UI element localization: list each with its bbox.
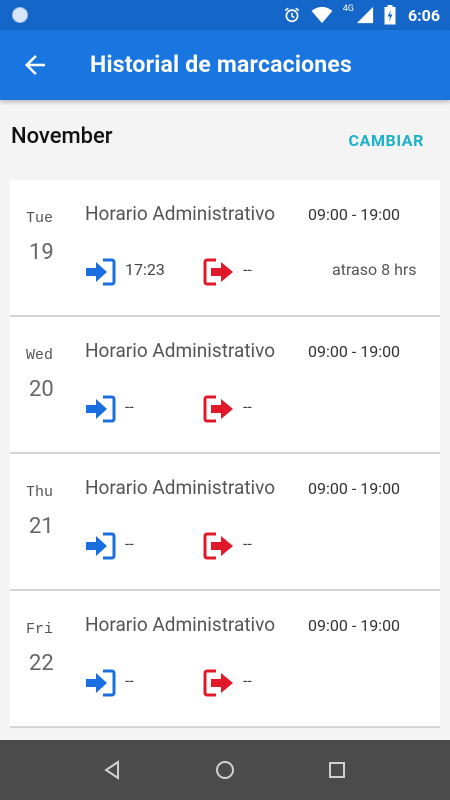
- check-in-icon: [86, 258, 116, 286]
- schedule-hours: 09:00 - 19:00: [308, 342, 401, 361]
- day-number: 22: [29, 651, 54, 676]
- wifi-icon: [311, 6, 333, 24]
- day-card[interactable]: Fri 22 Horario Administrativo 09:00 - 19…: [10, 591, 440, 728]
- check-in-time: --: [125, 397, 134, 416]
- day-number: 20: [29, 377, 54, 402]
- signal-icon: [356, 6, 374, 24]
- status-icons: 4G 6:06: [283, 0, 440, 30]
- check-in-icon: [86, 669, 116, 697]
- month-title: November: [11, 124, 113, 149]
- schedule-name: Horario Administrativo: [85, 613, 276, 636]
- check-out-time: --: [243, 397, 252, 416]
- check-in-time: --: [125, 671, 134, 690]
- check-out-time: --: [243, 671, 252, 690]
- clock: 6:06: [407, 5, 440, 25]
- nav-recents-icon[interactable]: [325, 758, 349, 782]
- attendance-list: Tue 19 Horario Administrativo 09:00 - 19…: [10, 180, 440, 728]
- page-title: Historial de marcaciones: [90, 51, 353, 78]
- nav-home-icon[interactable]: [213, 758, 237, 782]
- check-in-icon: [86, 395, 116, 423]
- day-card[interactable]: Wed 20 Horario Administrativo 09:00 - 19…: [10, 317, 440, 454]
- check-out-icon: [203, 669, 233, 697]
- day-name: Wed: [26, 347, 54, 364]
- status-bar: 4G 6:06: [0, 0, 450, 30]
- network-type: 4G: [342, 4, 354, 14]
- day-name: Tue: [26, 210, 54, 227]
- system-nav-bar: [0, 740, 450, 800]
- day-card[interactable]: Tue 19 Horario Administrativo 09:00 - 19…: [10, 180, 440, 317]
- check-in-time: 17:23: [125, 260, 165, 279]
- arrow-back-icon: [25, 55, 45, 75]
- nav-back-icon[interactable]: [101, 758, 125, 782]
- check-out-icon: [203, 532, 233, 560]
- check-in-time: --: [125, 534, 134, 553]
- schedule-hours: 09:00 - 19:00: [308, 616, 401, 635]
- back-button[interactable]: [20, 50, 50, 80]
- month-header: November CAMBIAR: [0, 100, 450, 178]
- check-out-time: --: [243, 534, 252, 553]
- schedule-name: Horario Administrativo: [85, 339, 276, 362]
- day-number: 21: [29, 514, 54, 539]
- change-month-button[interactable]: CAMBIAR: [349, 131, 424, 150]
- check-out-icon: [203, 258, 233, 286]
- notification-icon: [12, 7, 28, 23]
- schedule-hours: 09:00 - 19:00: [308, 205, 401, 224]
- check-in-icon: [86, 532, 116, 560]
- check-out-time: --: [243, 260, 252, 279]
- check-out-icon: [203, 395, 233, 423]
- delay-note: atraso 8 hrs: [332, 260, 417, 279]
- app-bar: Historial de marcaciones: [0, 30, 450, 100]
- schedule-name: Horario Administrativo: [85, 476, 276, 499]
- day-name: Thu: [26, 484, 54, 501]
- schedule-hours: 09:00 - 19:00: [308, 479, 401, 498]
- schedule-name: Horario Administrativo: [85, 202, 276, 225]
- day-card[interactable]: Thu 21 Horario Administrativo 09:00 - 19…: [10, 454, 440, 591]
- battery-icon: [384, 5, 396, 25]
- day-number: 19: [29, 240, 54, 265]
- day-name: Fri: [26, 621, 54, 638]
- alarm-icon: [284, 7, 299, 23]
